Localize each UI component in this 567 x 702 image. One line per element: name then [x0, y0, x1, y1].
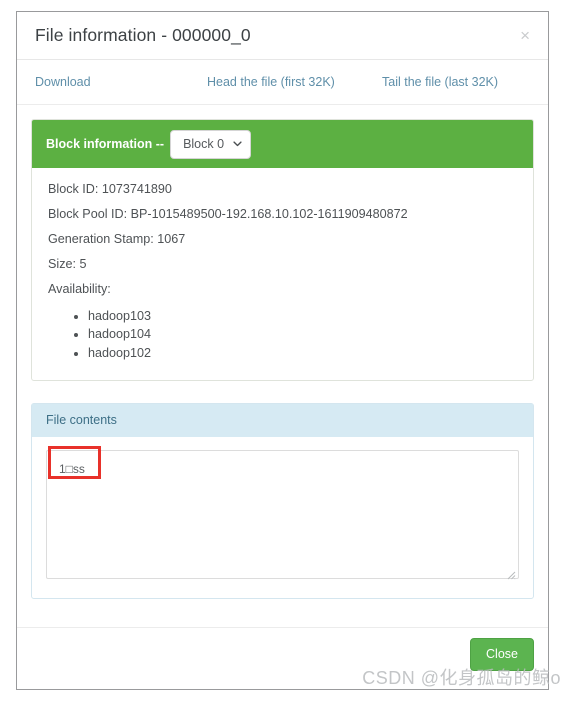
- block-id-line: Block ID: 1073741890: [48, 182, 172, 196]
- list-item: hadoop104: [88, 325, 517, 343]
- file-actions-row: Download Head the file (first 32K) Tail …: [17, 60, 548, 105]
- block-information-panel: Block information -- Block 0 Block ID: 1…: [31, 119, 534, 381]
- block-select-wrapper: Block 0: [170, 129, 252, 159]
- dialog-footer: Close: [17, 627, 548, 689]
- block-information-label: Block information --: [46, 137, 165, 151]
- file-contents-label: File contents: [46, 413, 117, 428]
- file-information-dialog: File information - 000000_0 × Download H…: [16, 11, 549, 690]
- generation-stamp-line: Generation Stamp: 1067: [48, 232, 186, 246]
- tail-file-link[interactable]: Tail the file (last 32K): [382, 75, 498, 89]
- close-icon[interactable]: ×: [516, 25, 534, 46]
- dialog-header: File information - 000000_0 ×: [17, 12, 548, 60]
- list-item: hadoop102: [88, 344, 517, 362]
- file-contents-panel: File contents: [31, 402, 534, 599]
- size-line: Size: 5: [48, 257, 87, 271]
- list-item: hadoop103: [88, 307, 517, 325]
- availability-list: hadoop103 hadoop104 hadoop102: [48, 307, 517, 362]
- download-link[interactable]: Download: [35, 75, 91, 89]
- availability-label: Availability:: [48, 282, 111, 296]
- file-contents-header: File contents: [32, 403, 533, 437]
- dialog-body: Block information -- Block 0 Block ID: 1…: [17, 105, 548, 627]
- head-file-link[interactable]: Head the file (first 32K): [207, 75, 335, 89]
- close-button[interactable]: Close: [470, 638, 534, 671]
- file-contents-body: [32, 437, 533, 598]
- block-information-header: Block information -- Block 0: [32, 120, 533, 168]
- page-title: File information - 000000_0: [35, 25, 251, 45]
- file-contents-textarea[interactable]: [46, 449, 519, 579]
- file-textarea-wrapper: [46, 445, 519, 584]
- block-pool-id-line: Block Pool ID: BP-1015489500-192.168.10.…: [48, 207, 408, 221]
- block-select[interactable]: Block 0: [170, 129, 252, 159]
- block-information-body: Block ID: 1073741890 Block Pool ID: BP-1…: [32, 168, 533, 380]
